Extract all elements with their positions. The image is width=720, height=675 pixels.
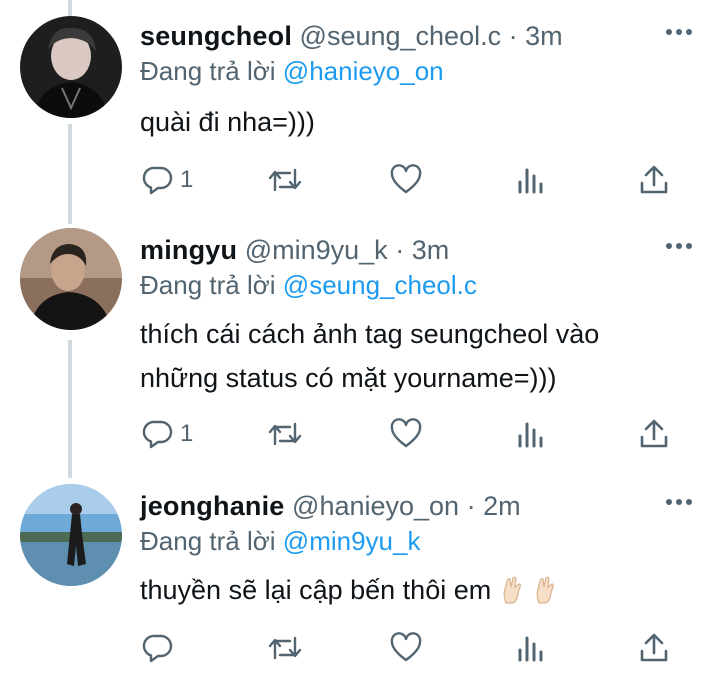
avatar-photo bbox=[20, 16, 122, 118]
share-icon bbox=[640, 633, 668, 662]
tweet-header: mingyu @min9yu_k · 3m bbox=[140, 232, 449, 268]
timestamp[interactable]: 3m bbox=[412, 235, 450, 265]
retweet-button[interactable] bbox=[268, 416, 302, 452]
timestamp[interactable]: 2m bbox=[483, 491, 521, 521]
avatar-photo bbox=[20, 228, 122, 330]
avatar[interactable] bbox=[20, 484, 122, 586]
tweet-text-line: thuyền sẽ lại cập bến thôi em bbox=[140, 575, 492, 605]
more-dots-icon[interactable] bbox=[666, 498, 692, 506]
mention-link[interactable]: @seung_cheol.c bbox=[283, 270, 477, 300]
replying-to: Đang trả lời @hanieyo_on bbox=[140, 54, 444, 88]
avatar[interactable] bbox=[20, 16, 122, 118]
tweet-text-line: thích cái cách ảnh tag seungcheol vào bbox=[140, 319, 600, 349]
tweet-actions: 1 bbox=[140, 416, 680, 452]
tweet-actions: 1 bbox=[140, 162, 680, 198]
tweet-text-line: quài đi nha=))) bbox=[140, 107, 315, 137]
share-button[interactable] bbox=[638, 416, 670, 452]
tweet-text-line: những status có mặt yourname=))) bbox=[140, 363, 557, 393]
crossed-fingers-icon bbox=[534, 574, 558, 618]
tweet-text: quài đi nha=))) bbox=[140, 100, 315, 144]
more-dots-icon[interactable] bbox=[666, 28, 692, 36]
replying-prefix: Đang trả lời bbox=[140, 270, 276, 300]
retweet-button[interactable] bbox=[268, 630, 302, 666]
analytics-button[interactable] bbox=[516, 162, 546, 198]
share-button[interactable] bbox=[638, 630, 670, 666]
reply-button[interactable] bbox=[142, 630, 180, 666]
tweet[interactable]: mingyu @min9yu_k · 3m Đang trả lời @seun… bbox=[0, 228, 720, 458]
tweet-actions bbox=[140, 630, 680, 666]
user-handle[interactable]: @seung_cheol.c bbox=[300, 21, 502, 51]
like-button[interactable] bbox=[390, 416, 422, 452]
analytics-icon bbox=[518, 636, 543, 662]
heart-icon bbox=[390, 418, 422, 448]
tweet-header: seungcheol @seung_cheol.c · 3m bbox=[140, 18, 563, 54]
display-name[interactable]: seungcheol bbox=[140, 21, 292, 51]
reply-icon bbox=[142, 420, 173, 449]
retweet-icon bbox=[268, 636, 302, 660]
reply-button[interactable]: 1 bbox=[142, 416, 193, 452]
mention-link[interactable]: @min9yu_k bbox=[283, 526, 421, 556]
reply-icon bbox=[142, 634, 173, 663]
share-icon bbox=[640, 165, 668, 194]
avatar-photo bbox=[20, 484, 122, 586]
retweet-button[interactable] bbox=[268, 162, 302, 198]
like-button[interactable] bbox=[390, 162, 422, 198]
tweet[interactable]: jeonghanie @hanieyo_on · 2m Đang trả lời… bbox=[0, 484, 720, 675]
tweet-text: thích cái cách ảnh tag seungcheol vào nh… bbox=[140, 312, 599, 400]
more-dots-icon[interactable] bbox=[666, 242, 692, 250]
replying-to: Đang trả lời @seung_cheol.c bbox=[140, 268, 477, 302]
reply-button[interactable]: 1 bbox=[142, 162, 193, 198]
tweet-header: jeonghanie @hanieyo_on · 2m bbox=[140, 488, 521, 524]
separator-dot: · bbox=[466, 491, 476, 521]
replying-prefix: Đang trả lời bbox=[140, 526, 276, 556]
display-name[interactable]: mingyu bbox=[140, 235, 237, 265]
heart-icon bbox=[390, 632, 422, 662]
like-button[interactable] bbox=[390, 630, 422, 666]
tweet[interactable]: seungcheol @seung_cheol.c · 3m Đang trả … bbox=[0, 16, 720, 216]
separator-dot: · bbox=[395, 235, 405, 265]
heart-icon bbox=[390, 164, 422, 194]
analytics-button[interactable] bbox=[516, 416, 546, 452]
avatar[interactable] bbox=[20, 228, 122, 330]
share-icon bbox=[640, 419, 668, 448]
share-button[interactable] bbox=[638, 162, 670, 198]
retweet-icon bbox=[268, 422, 302, 446]
user-handle[interactable]: @min9yu_k bbox=[245, 235, 388, 265]
timestamp[interactable]: 3m bbox=[525, 21, 563, 51]
reply-count: 1 bbox=[180, 166, 194, 193]
analytics-button[interactable] bbox=[516, 630, 546, 666]
user-handle[interactable]: @hanieyo_on bbox=[292, 491, 459, 521]
separator-dot: · bbox=[508, 21, 518, 51]
reply-icon bbox=[142, 166, 173, 195]
display-name[interactable]: jeonghanie bbox=[140, 491, 285, 521]
replying-prefix: Đang trả lời bbox=[140, 56, 276, 86]
tweet-text: thuyền sẽ lại cập bến thôi em bbox=[140, 568, 558, 618]
replying-to: Đang trả lời @min9yu_k bbox=[140, 524, 420, 558]
analytics-icon bbox=[518, 422, 543, 448]
retweet-icon bbox=[268, 168, 302, 192]
reply-count: 1 bbox=[180, 420, 194, 447]
mention-link[interactable]: @hanieyo_on bbox=[283, 56, 444, 86]
analytics-icon bbox=[518, 168, 543, 194]
crossed-fingers-icon bbox=[501, 574, 525, 618]
